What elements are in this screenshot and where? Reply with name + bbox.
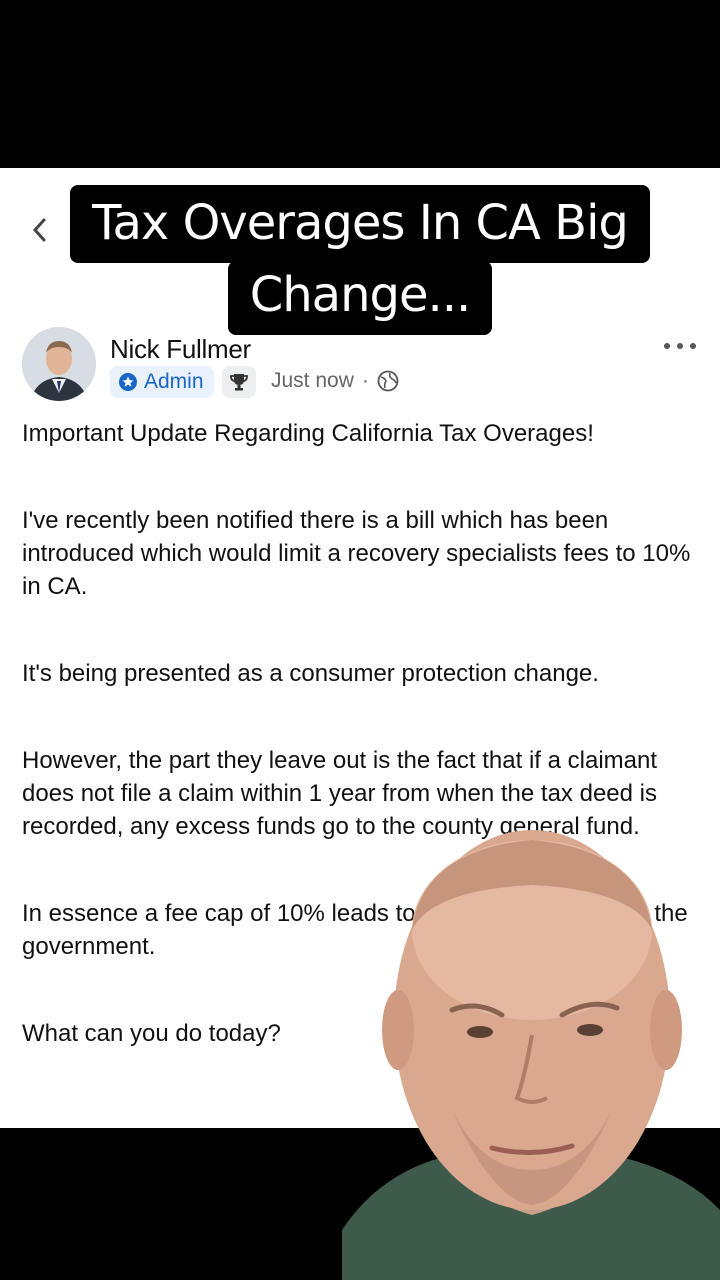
post-meta: Just now · [271,369,399,393]
trophy-icon [230,374,248,391]
more-dot [690,343,696,349]
post-paragraph: It's being presented as a consumer prote… [22,660,599,687]
post-paragraph: I've recently been notified there is a b… [22,507,691,600]
admin-badge: Admin [110,366,214,398]
trophy-badge [222,366,256,398]
post-timestamp[interactable]: Just now [271,369,354,393]
more-options-icon[interactable] [664,334,696,358]
avatar[interactable] [22,327,96,401]
more-dot [664,343,670,349]
meta-separator: · [361,369,369,392]
more-dot [677,343,683,349]
post-paragraph: Important Update Regarding California Ta… [22,420,594,447]
avatar-portrait [22,327,96,401]
caption-line-2: Change... [227,261,493,335]
admin-badge-label: Admin [144,370,204,393]
video-caption: Tax Overages In CA Big Change... [0,185,720,335]
caption-line-1: Tax Overages In CA Big [70,185,650,263]
admin-star-icon [119,373,137,391]
author-name[interactable]: Nick Fullmer [110,334,251,365]
presenter-video-overlay [342,830,720,1280]
globe-icon [377,370,399,392]
